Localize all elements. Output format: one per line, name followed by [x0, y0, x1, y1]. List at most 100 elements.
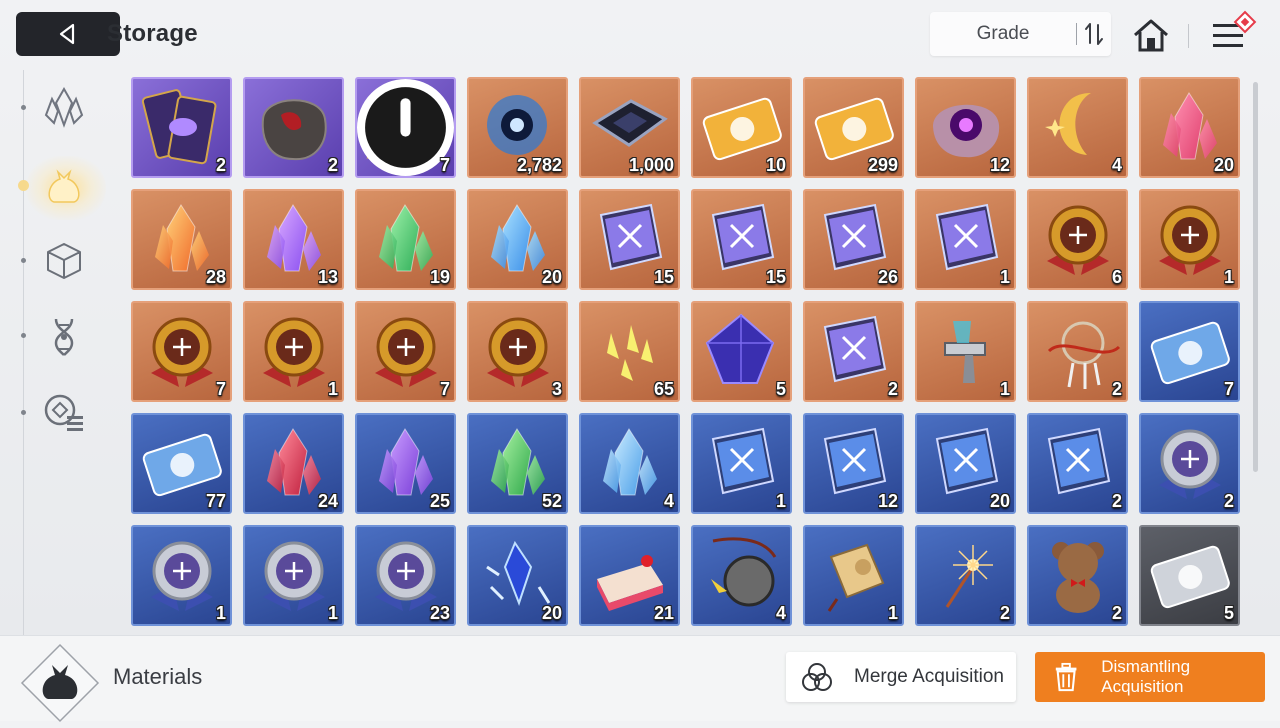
inventory-slot[interactable]: 19: [355, 189, 456, 290]
menu-button[interactable]: [1209, 10, 1259, 58]
sort-order-icon[interactable]: [1077, 22, 1111, 46]
inventory-slot[interactable]: 28: [131, 189, 232, 290]
inventory-slot[interactable]: 2: [1027, 413, 1128, 514]
item-count: 19: [429, 267, 450, 287]
inventory-slot[interactable]: 7: [131, 301, 232, 402]
item-count: 6: [1111, 267, 1122, 287]
inventory-slot[interactable]: 21: [579, 525, 680, 626]
helix-icon: [54, 318, 74, 356]
inventory-slot[interactable]: 2: [915, 525, 1016, 626]
crystal-icon: [44, 86, 84, 128]
inventory-slot[interactable]: 3: [467, 301, 568, 402]
sidebar-item-genes[interactable]: [40, 313, 88, 361]
inventory-slot[interactable]: 1: [691, 413, 792, 514]
item-count: 13: [317, 267, 338, 287]
inventory-slot[interactable]: 2: [803, 301, 904, 402]
inventory-slot[interactable]: 5: [691, 301, 792, 402]
inventory-slot[interactable]: 20: [467, 189, 568, 290]
sidebar-item-materials[interactable]: [40, 162, 88, 210]
home-button[interactable]: [1131, 16, 1171, 56]
item-count: 7: [439, 155, 450, 175]
inventory-slot[interactable]: 65: [579, 301, 680, 402]
inventory-slot[interactable]: 2: [243, 77, 344, 178]
item-count: 2: [215, 155, 226, 175]
merge-icon: [802, 663, 832, 691]
item-count: 23: [429, 603, 450, 623]
inventory-slot[interactable]: 2: [1027, 525, 1128, 626]
hamburger-menu-icon: [1213, 10, 1257, 47]
item-count: 25: [429, 491, 450, 511]
inventory-slot[interactable]: 26: [803, 189, 904, 290]
inventory-slot[interactable]: 7: [355, 77, 456, 178]
sidebar-item-crystals[interactable]: [40, 83, 88, 131]
item-count: 20: [541, 603, 562, 623]
inventory-slot[interactable]: 52: [467, 413, 568, 514]
inventory-slot[interactable]: 4: [579, 413, 680, 514]
merge-acquisition-button[interactable]: Merge Acquisition: [786, 652, 1016, 702]
home-icon: [1134, 19, 1168, 52]
sidebar-item-modules[interactable]: [40, 388, 88, 436]
inventory-slot[interactable]: 15: [691, 189, 792, 290]
inventory-slot[interactable]: 2: [1027, 301, 1128, 402]
inventory-slot[interactable]: 10: [691, 77, 792, 178]
item-count: 5: [1223, 603, 1234, 623]
item-count: 1: [327, 379, 338, 399]
item-count: 2: [999, 603, 1010, 623]
inventory-slot[interactable]: 7: [1139, 301, 1240, 402]
inventory-slot[interactable]: 7: [355, 301, 456, 402]
inventory-slot[interactable]: 2,782: [467, 77, 568, 178]
inventory-slot[interactable]: 1: [243, 301, 344, 402]
inventory-slot[interactable]: 299: [803, 77, 904, 178]
item-count: 5: [775, 379, 786, 399]
inventory-slot[interactable]: 1: [803, 525, 904, 626]
trash-icon: [1055, 662, 1077, 692]
item-grid: 2 2 7 2,782 1,000 10 299 12 4 20 28 13 19 20 15 15 26 1 6 1…: [131, 77, 1241, 629]
grade-sort-button[interactable]: Grade: [930, 12, 1111, 56]
inventory-slot[interactable]: 2: [131, 77, 232, 178]
item-count: 7: [1223, 379, 1234, 399]
item-count: 1: [999, 379, 1010, 399]
item-count: 20: [1213, 155, 1234, 175]
dismantling-acquisition-label: Dismantling Acquisition: [1101, 657, 1191, 696]
inventory-slot[interactable]: 5: [1139, 525, 1240, 626]
item-count: 20: [541, 267, 562, 287]
item-count: 7: [439, 379, 450, 399]
grid-scrollbar[interactable]: [1253, 82, 1258, 472]
inventory-slot[interactable]: 20: [467, 525, 568, 626]
inventory-slot[interactable]: 1,000: [579, 77, 680, 178]
inventory-slot[interactable]: 12: [915, 77, 1016, 178]
inventory-slot[interactable]: 1: [131, 525, 232, 626]
inventory-slot[interactable]: 15: [579, 189, 680, 290]
item-count: 77: [205, 491, 226, 511]
item-count: 4: [1111, 155, 1122, 175]
item-count: 24: [317, 491, 338, 511]
inventory-slot[interactable]: 1: [243, 525, 344, 626]
inventory-slot[interactable]: 2: [1139, 413, 1240, 514]
inventory-slot[interactable]: 4: [1027, 77, 1128, 178]
dismantling-acquisition-button[interactable]: Dismantling Acquisition: [1035, 652, 1265, 702]
inventory-slot[interactable]: 6: [1027, 189, 1128, 290]
sidebar-item-cube[interactable]: [40, 237, 88, 285]
inventory-slot[interactable]: 1: [915, 301, 1016, 402]
sidebar-track: [23, 70, 24, 638]
item-count: 4: [775, 603, 786, 623]
item-count: 1: [327, 603, 338, 623]
inventory-slot[interactable]: 77: [131, 413, 232, 514]
inventory-slot[interactable]: 1: [915, 189, 1016, 290]
inventory-slot[interactable]: 20: [915, 413, 1016, 514]
back-button[interactable]: [16, 12, 120, 56]
item-count: 2: [887, 379, 898, 399]
inventory-slot[interactable]: 24: [243, 413, 344, 514]
item-count: 52: [541, 491, 562, 511]
inventory-slot[interactable]: 23: [355, 525, 456, 626]
item-count: 10: [765, 155, 786, 175]
inventory-slot[interactable]: 13: [243, 189, 344, 290]
inventory-slot[interactable]: 25: [355, 413, 456, 514]
inventory-slot[interactable]: 12: [803, 413, 904, 514]
inventory-slot[interactable]: 4: [691, 525, 792, 626]
item-count: 2,782: [516, 155, 562, 175]
inventory-slot[interactable]: 1: [1139, 189, 1240, 290]
inventory-slot[interactable]: 20: [1139, 77, 1240, 178]
item-count: 2: [1111, 603, 1122, 623]
grade-sort-label: Grade: [976, 23, 1030, 44]
